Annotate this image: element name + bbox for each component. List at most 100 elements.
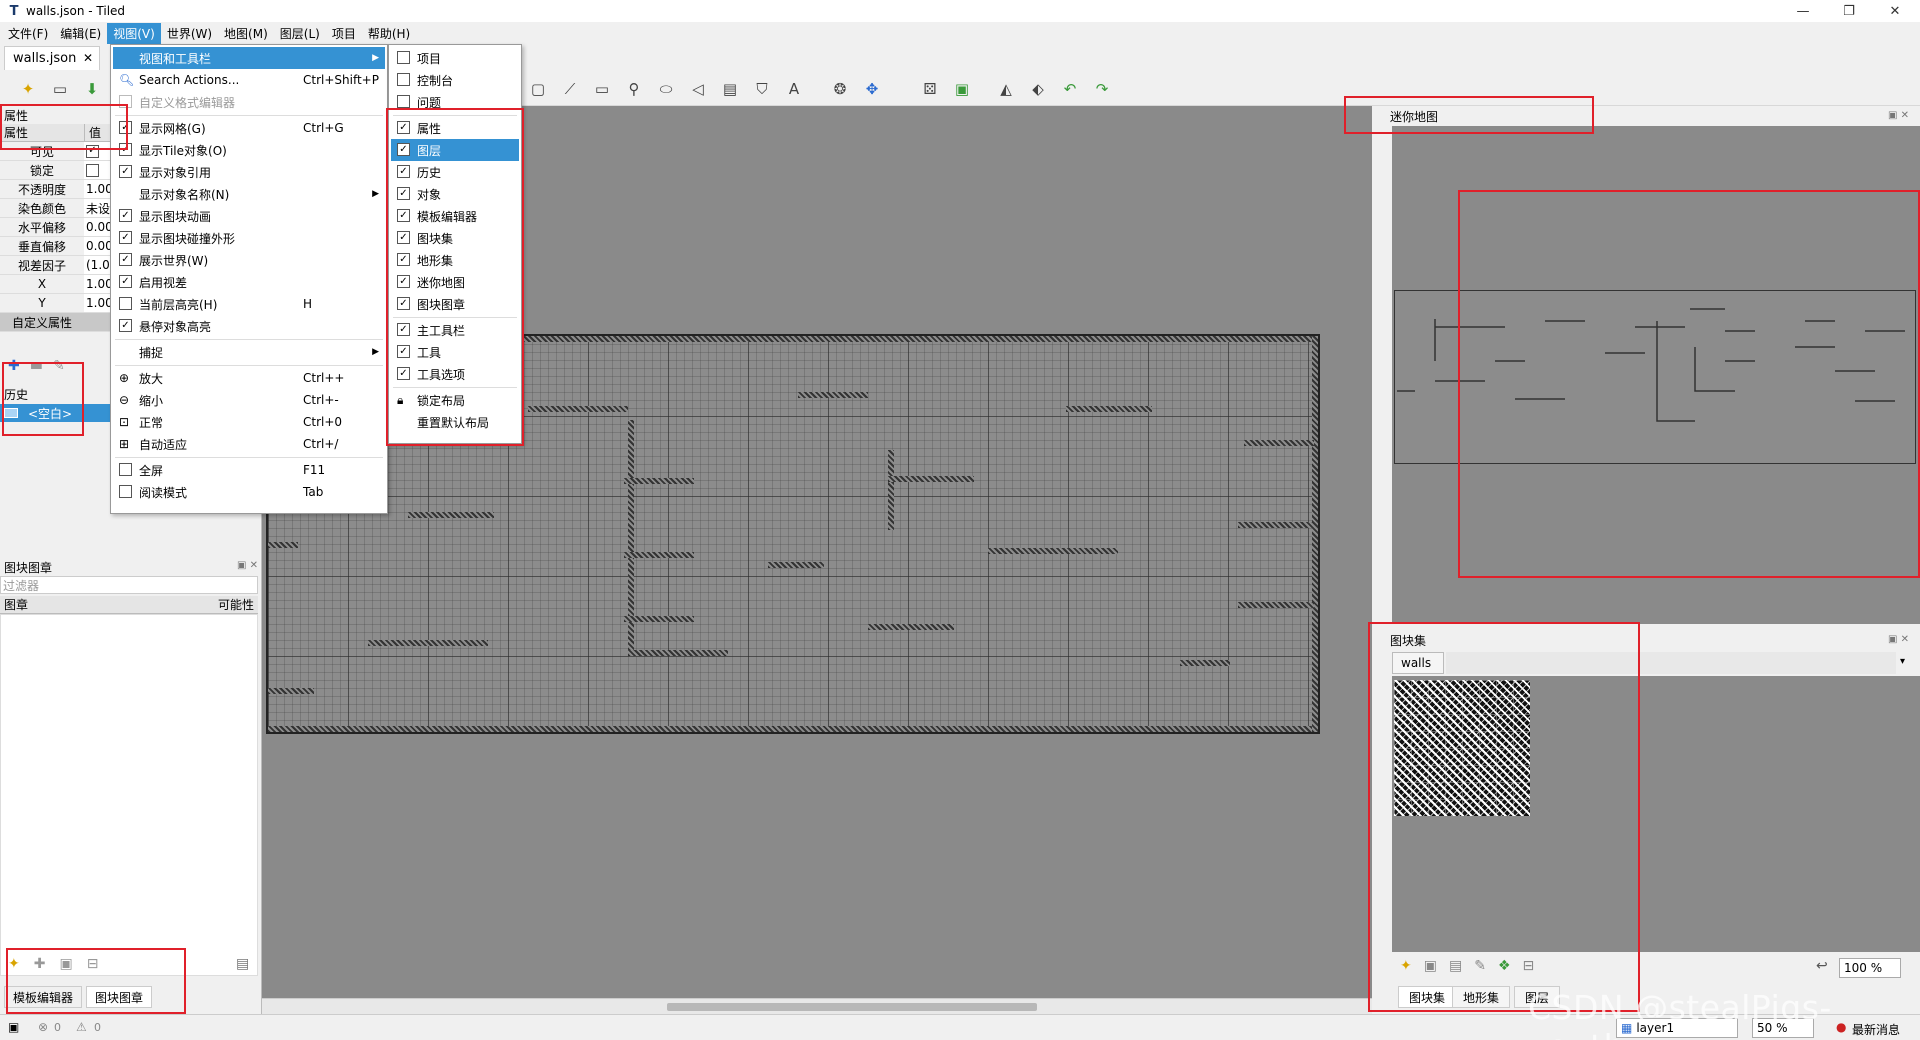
insert-tile-icon[interactable]: ▤ (720, 79, 740, 99)
menu-item-show-grid[interactable]: ✓ 显示网格(G) Ctrl+G (113, 117, 385, 139)
document-tab-walls[interactable]: walls.json ✕ (4, 46, 100, 70)
new-tileset-icon[interactable]: ✦ (1400, 958, 1412, 974)
submenu-item-minimap[interactable]: ✓ 迷你地图 (391, 271, 519, 293)
tileset-zoom-select[interactable]: 100 % (1839, 958, 1901, 978)
tileset-dock-controls-icon[interactable]: ▣ ✕ (1888, 634, 1909, 645)
submenu-item-console[interactable]: 控制台 (391, 69, 519, 91)
menu-item-zoom-out[interactable]: ⊖ 缩小 Ctrl+- (113, 389, 385, 411)
submenu-item-layers[interactable]: ✓ 图层 (391, 139, 519, 161)
console-icon[interactable]: ▣ (8, 1020, 19, 1034)
polygon-icon[interactable]: ◁ (688, 79, 708, 99)
stamps-list[interactable] (0, 614, 258, 976)
submenu-item-reset-layout[interactable]: 重置默认布局 (391, 411, 519, 433)
menu-item-show-collision-shapes[interactable]: ✓ 显示图块碰撞外形 (113, 227, 385, 249)
embed-tileset-icon[interactable]: ▣ (1424, 958, 1437, 974)
prop-row-parallax-y[interactable]: Y 1.00 (0, 294, 128, 313)
menu-item-highlight-current-layer[interactable]: 当前层高亮(H) H (113, 293, 385, 315)
flip-vertical-icon[interactable]: ⬖ (1028, 79, 1048, 99)
rotate-left-icon[interactable]: ↶ (1060, 79, 1080, 99)
point-icon[interactable]: ⚲ (624, 79, 644, 99)
open-file-icon[interactable]: ▭ (50, 79, 70, 99)
menu-item-search-actions[interactable]: 🔍︎ Search Actions... Ctrl+Shift+P (113, 69, 385, 91)
prop-row-visible[interactable]: 可见 ✓ (0, 142, 128, 161)
template-icon[interactable]: ⛉ (752, 79, 772, 99)
tab-tile-stamps[interactable]: 图块图章 (86, 986, 153, 1008)
remove-tileset-icon[interactable]: ⊟ (1523, 958, 1535, 974)
save-icon[interactable]: ⬇ (82, 79, 102, 99)
submenu-item-tool-options[interactable]: ✓ 工具选项 (391, 363, 519, 385)
prop-row-offset-y[interactable]: 垂直偏移 0.00 (0, 237, 128, 256)
prop-row-parallax[interactable]: 视差因子 (1.0 (0, 256, 128, 275)
undo-zoom-icon[interactable]: ↩ (1816, 958, 1828, 974)
text-tool-icon[interactable]: A (784, 79, 804, 99)
edit-tileset-icon[interactable]: ✎ (1474, 958, 1486, 974)
submenu-item-main-toolbar[interactable]: ✓ 主工具栏 (391, 319, 519, 341)
submenu-item-properties[interactable]: ✓ 属性 (391, 117, 519, 139)
menu-view[interactable]: 视图(V) (107, 22, 161, 44)
menu-edit[interactable]: 编辑(E) (54, 23, 107, 44)
menu-item-highlight-hovered-object[interactable]: ✓ 悬停对象高亮 (113, 315, 385, 337)
menu-item-show-worlds[interactable]: ✓ 展示世界(W) (113, 249, 385, 271)
tileset-tab-walls[interactable]: walls (1392, 652, 1444, 674)
scrollbar-thumb[interactable] (667, 1003, 1037, 1011)
menu-item-snapping[interactable]: 捕捉 ▶ (113, 341, 385, 363)
menu-layer[interactable]: 图层(L) (274, 23, 326, 44)
minimize-icon[interactable]: — (1780, 0, 1826, 22)
dice-icon[interactable]: ⚄ (920, 79, 940, 99)
prop-row-opacity[interactable]: 不透明度 1.00 (0, 180, 128, 199)
maximize-icon[interactable]: ❐ (1826, 0, 1872, 22)
menu-item-clear-view[interactable]: 阅读模式 Tab (113, 481, 385, 503)
dynamic-wrapping-icon[interactable]: ❖ (1498, 958, 1511, 974)
delete-stamp-icon[interactable]: ⊟ (87, 956, 99, 972)
menu-item-fullscreen[interactable]: 全屏 F11 (113, 459, 385, 481)
tileset-tiles-image[interactable] (1394, 680, 1530, 816)
tileset-view[interactable] (1392, 676, 1920, 952)
rename-property-icon[interactable]: ✎ (53, 358, 65, 374)
add-variation-icon[interactable]: ✚ (34, 956, 46, 972)
submenu-item-issues[interactable]: 问题 (391, 91, 519, 113)
menu-item-show-tile-objects[interactable]: ✓ 显示Tile对象(O) (113, 139, 385, 161)
menu-item-show-object-references[interactable]: ✓ 显示对象引用 (113, 161, 385, 183)
rectangle-icon[interactable]: ▭ (592, 79, 612, 99)
new-stamp-icon[interactable]: ✦ (8, 956, 20, 972)
polyline-icon[interactable]: ⟋ (560, 79, 580, 99)
prop-row-locked[interactable]: 锁定 (0, 161, 128, 180)
submenu-item-history[interactable]: ✓ 历史 (391, 161, 519, 183)
minimap-view[interactable] (1392, 126, 1920, 624)
close-icon[interactable]: ✕ (1872, 0, 1918, 22)
prop-row-parallax-x[interactable]: X 1.00 (0, 275, 128, 294)
submenu-item-tile-stamps[interactable]: ✓ 图块图章 (391, 293, 519, 315)
submenu-item-template-editor[interactable]: ✓ 模板编辑器 (391, 205, 519, 227)
tab-tilesets[interactable]: 图块集 (1398, 986, 1457, 1008)
remove-property-icon[interactable]: ▬ (30, 358, 43, 374)
menu-item-zoom-normal[interactable]: ⊡ 正常 Ctrl+0 (113, 411, 385, 433)
move-icon[interactable]: ✥ (862, 79, 882, 99)
canvas-horizontal-scrollbar[interactable] (262, 998, 1372, 1014)
menu-project[interactable]: 项目 (326, 23, 362, 44)
tab-terrain-sets[interactable]: 地形集 (1452, 986, 1511, 1008)
menu-item-views-toolbars[interactable]: 视图和工具栏 ▶ (113, 47, 385, 69)
tab-template-editor[interactable]: 模板编辑器 (4, 986, 83, 1008)
random-mode-icon[interactable]: ❂ (830, 79, 850, 99)
ellipse-icon[interactable]: ⬭ (656, 79, 676, 99)
submenu-item-objects[interactable]: ✓ 对象 (391, 183, 519, 205)
dock-float-close-icon[interactable]: ▣ ✕ (237, 560, 258, 571)
add-property-icon[interactable]: ✚ (8, 358, 20, 374)
submenu-item-tilesets[interactable]: ✓ 图块集 (391, 227, 519, 249)
visible-checkbox[interactable]: ✓ (86, 144, 99, 158)
new-map-icon[interactable]: ✦ (18, 79, 38, 99)
submenu-item-tools[interactable]: ✓ 工具 (391, 341, 519, 363)
wangset-icon[interactable]: ▣ (952, 79, 972, 99)
menu-item-show-object-names[interactable]: 显示对象名称(N) ▶ (113, 183, 385, 205)
image-layer-icon[interactable]: ▢ (528, 79, 548, 99)
menu-map[interactable]: 地图(M) (218, 23, 274, 44)
stamps-filter-input[interactable]: 过滤器 (0, 576, 258, 594)
menu-item-fit-to-window[interactable]: ⊞ 自动适应 Ctrl+/ (113, 433, 385, 455)
stamps-folder-icon[interactable]: ▤ (236, 956, 249, 972)
menu-item-custom-format-editor[interactable]: 自定义格式编辑器 (113, 91, 385, 113)
prop-row-tint[interactable]: 染色颜色 未设 (0, 199, 128, 218)
menu-item-show-tile-animations[interactable]: ✓ 显示图块动画 (113, 205, 385, 227)
submenu-item-project[interactable]: 项目 (391, 47, 519, 69)
custom-properties-group[interactable]: 自定义属性 (0, 313, 128, 332)
export-tileset-icon[interactable]: ▤ (1449, 958, 1462, 974)
